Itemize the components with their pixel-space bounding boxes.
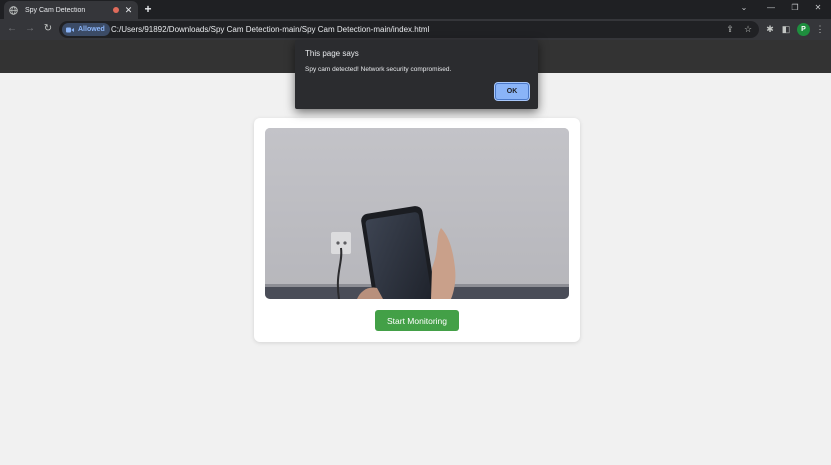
tab-title: Spy Cam Detection [25, 6, 86, 14]
reload-button[interactable]: ↻ [42, 23, 54, 35]
browser-toolbar: ← → ↻ Allowed C:/Users/91892/Downloads/S… [0, 19, 831, 40]
forward-button[interactable]: → [24, 23, 36, 35]
address-bar[interactable]: Allowed C:/Users/91892/Downloads/Spy Cam… [59, 21, 759, 38]
new-tab-button[interactable]: + [143, 2, 153, 16]
side-panel-icon[interactable]: ◧ [780, 23, 792, 35]
alert-dialog: This page says Spy cam detected! Network… [295, 40, 538, 109]
permission-label: Allowed [78, 26, 105, 33]
profile-avatar[interactable]: P [797, 23, 810, 36]
camera-icon [66, 27, 74, 33]
browser-tab[interactable]: Spy Cam Detection ✕ [4, 1, 138, 19]
url-text[interactable]: C:/Users/91892/Downloads/Spy Cam Detecti… [111, 24, 429, 35]
browser-tab-strip: Spy Cam Detection ✕ + ⌄ — ❐ ✕ [0, 0, 831, 19]
window-close-button[interactable]: ✕ [812, 2, 824, 14]
browser-menu-icon[interactable]: ⋮ [814, 23, 826, 35]
extensions-icon[interactable]: ✱ [764, 23, 776, 35]
bookmark-star-icon[interactable]: ☆ [742, 23, 754, 35]
dialog-message: Spy cam detected! Network security compr… [305, 66, 452, 73]
globe-icon [9, 5, 18, 15]
dialog-ok-button[interactable]: OK [495, 83, 529, 100]
camera-permission-chip[interactable]: Allowed [62, 23, 110, 36]
start-monitoring-button[interactable]: Start Monitoring [375, 310, 459, 331]
minimize-button[interactable]: — [765, 2, 777, 14]
restore-button[interactable]: ❐ [789, 2, 801, 14]
recording-indicator-icon [113, 7, 119, 13]
tab-close-icon[interactable]: ✕ [124, 5, 133, 15]
webcam-frame-image [265, 128, 569, 299]
dialog-title: This page says [305, 49, 359, 58]
back-button[interactable]: ← [6, 23, 18, 35]
monitor-card: Start Monitoring [254, 118, 580, 342]
camera-video-feed [265, 128, 569, 299]
share-icon[interactable]: ⇪ [724, 23, 736, 35]
tab-search-chevron-down-icon[interactable]: ⌄ [738, 2, 750, 14]
